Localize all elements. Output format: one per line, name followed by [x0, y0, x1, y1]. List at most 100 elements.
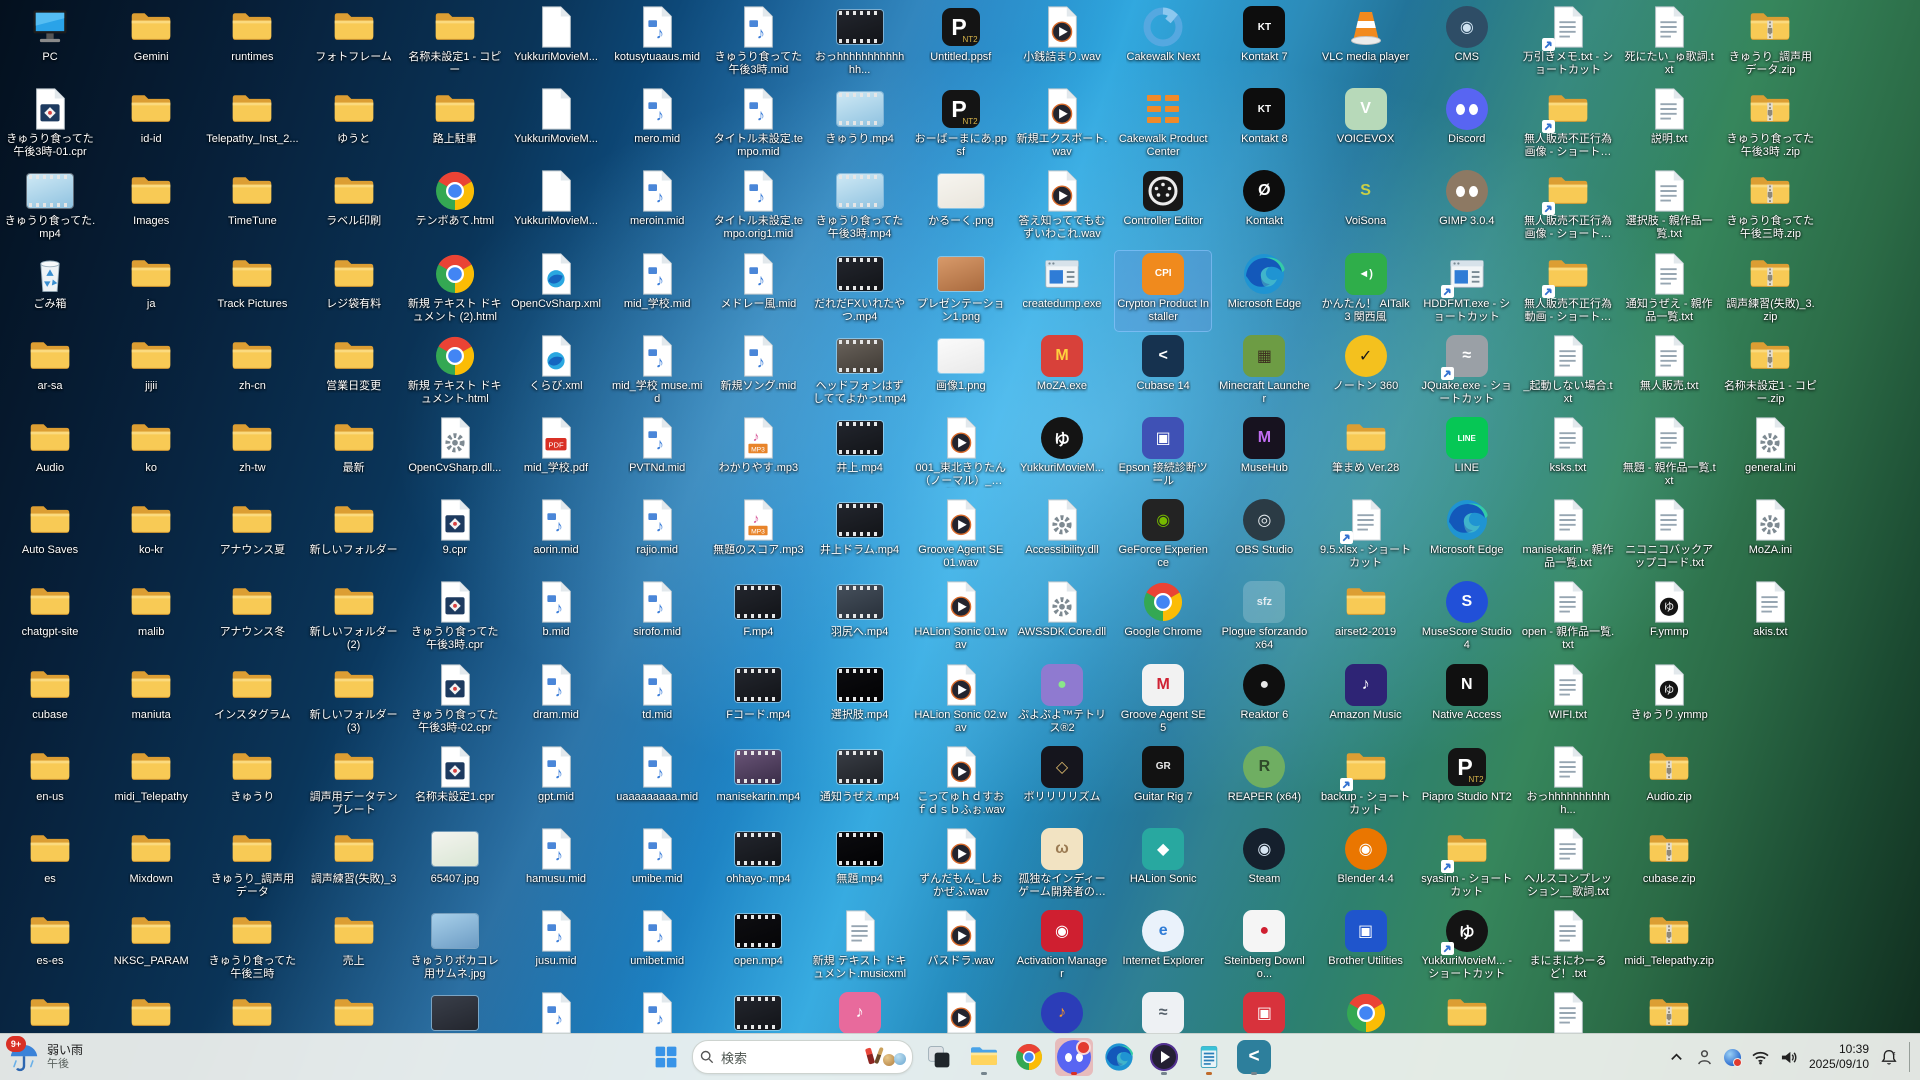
desktop-icon[interactable]: es-es	[2, 908, 98, 988]
desktop-icon[interactable]: 井上.mp4	[812, 415, 908, 495]
desktop-icon[interactable]: 死にたい_ゅ歌詞.txt	[1621, 4, 1717, 84]
desktop-icon[interactable]: ゆうと	[306, 86, 402, 166]
desktop-icon[interactable]: きゅうり食ってた午後三時	[204, 908, 300, 988]
desktop-icon[interactable]: まにまにわーるど！.txt	[1520, 908, 1616, 988]
desktop-icon[interactable]: es	[2, 826, 98, 906]
desktop-icon[interactable]: ◄)かんたん！ AITalk 3 関西風	[1318, 251, 1414, 331]
desktop-icon[interactable]: ▣	[1216, 990, 1312, 1034]
desktop-icon[interactable]: ●Steinberg Downlo...	[1216, 908, 1312, 988]
desktop-icon[interactable]: パスドラ.wav	[913, 908, 1009, 988]
desktop-icon[interactable]: 無題 - 親作品一覧.txt	[1621, 415, 1717, 495]
desktop-icon[interactable]: ヘルスコンプレッション__歌詞.txt	[1520, 826, 1616, 906]
desktop-icon[interactable]: MMuseHub	[1216, 415, 1312, 495]
desktop-icon[interactable]: PNT2おーばーまにあ.ppsf	[913, 86, 1009, 166]
desktop-icon[interactable]: きゅうり_調声用データ.zip	[1722, 4, 1818, 84]
desktop-icon[interactable]: ニコニコバックアップコード.txt	[1621, 497, 1717, 577]
desktop-icon[interactable]: WIFI.txt	[1520, 662, 1616, 742]
taskbar-chrome-icon[interactable]	[1010, 1038, 1048, 1076]
desktop-icon[interactable]: きゅうり食ってた午後3時-01.cpr	[2, 86, 98, 166]
desktop-icon[interactable]: jijii	[103, 333, 199, 413]
desktop-icon[interactable]: zh-tw	[204, 415, 300, 495]
desktop-icon[interactable]: 無題.mp4	[812, 826, 908, 906]
desktop-icon[interactable]: ko	[103, 415, 199, 495]
desktop-icon[interactable]: midi_Telepathy	[103, 744, 199, 824]
desktop-icon[interactable]: インスタグラム	[204, 662, 300, 742]
desktop-icon[interactable]: おっhhhhhhhhhhh...	[1520, 744, 1616, 824]
desktop-icon[interactable]: ♪gpt.mid	[508, 744, 604, 824]
desktop-icon[interactable]: ♪b.mid	[508, 579, 604, 659]
desktop-icon[interactable]: アナウンス夏	[204, 497, 300, 577]
desktop-icon[interactable]: 名称未設定1 - コピー	[407, 4, 503, 84]
desktop-icon[interactable]: Cakewalk Next	[1115, 4, 1211, 84]
desktop-icon[interactable]	[2, 990, 98, 1034]
taskbar-start-button[interactable]	[647, 1038, 685, 1076]
desktop-icon[interactable]: ja	[103, 251, 199, 331]
desktop-icon[interactable]: ♪umibet.mid	[609, 908, 705, 988]
desktop-icon[interactable]: きゅうり_調声用データ	[204, 826, 300, 906]
desktop-icon[interactable]: HDDFMT.exe - ショートカット	[1419, 251, 1515, 331]
desktop-icon[interactable]: 路上駐車	[407, 86, 503, 166]
desktop-icon[interactable]: 売上	[306, 908, 402, 988]
desktop-icon[interactable]: ♪MP3わかりやす.mp3	[710, 415, 806, 495]
desktop[interactable]: PCきゅうり食ってた午後3時-01.cprきゅうり食ってた.mp4ごみ箱ar-s…	[0, 0, 1920, 1034]
desktop-icon[interactable]: ♪td.mid	[609, 662, 705, 742]
desktop-icon[interactable]: ♪きゅうり食ってた午後3時.mid	[710, 4, 806, 84]
desktop-icon[interactable]: 調声練習(失敗)_3.zip	[1722, 251, 1818, 331]
desktop-icon[interactable]: MMoZA.exe	[1014, 333, 1110, 413]
tray-ime-ball-icon[interactable]	[1722, 1046, 1744, 1068]
taskbar-file-explorer-icon[interactable]	[965, 1038, 1003, 1076]
desktop-icon[interactable]: _起動しない場合.txt	[1520, 333, 1616, 413]
desktop-icon[interactable]: cubase.zip	[1621, 826, 1717, 906]
desktop-icon[interactable]: 筆まめ Ver.28	[1318, 415, 1414, 495]
desktop-icon[interactable]: MoZA.ini	[1722, 497, 1818, 577]
desktop-icon[interactable]: ≈JQuake.exe - ショートカット	[1419, 333, 1515, 413]
desktop-icon[interactable]: 65407.jpg	[407, 826, 503, 906]
desktop-icon[interactable]: OpenCvSharp.xml	[508, 251, 604, 331]
desktop-icon[interactable]: YukkuriMovieM...	[508, 4, 604, 84]
desktop-icon[interactable]: ♪PVTNd.mid	[609, 415, 705, 495]
desktop-icon[interactable]: ずんだもん_しおかぜふ.wav	[913, 826, 1009, 906]
desktop-icon[interactable]: 万引きメモ.txt - ショートカット	[1520, 4, 1616, 84]
desktop-icon[interactable]: <Cubase 14	[1115, 333, 1211, 413]
desktop-icon[interactable]: Gemini	[103, 4, 199, 84]
desktop-icon[interactable]: midi_Telepathy.zip	[1621, 908, 1717, 988]
desktop-icon[interactable]	[1318, 990, 1414, 1034]
desktop-icon[interactable]: 名称未設定1 - コピー.zip	[1722, 333, 1818, 413]
desktop-icon[interactable]: PC	[2, 4, 98, 84]
desktop-icon[interactable]: 調声用データテンプレート	[306, 744, 402, 824]
desktop-icon[interactable]: ●Reaktor 6	[1216, 662, 1312, 742]
desktop-icon[interactable]: 無人販売.txt	[1621, 333, 1717, 413]
desktop-icon[interactable]: NKSC_PARAM	[103, 908, 199, 988]
desktop-icon[interactable]	[204, 990, 300, 1034]
desktop-icon[interactable]: general.ini	[1722, 415, 1818, 495]
desktop-icon[interactable]: ヘッドフォンはずしててよかっt.mp4	[812, 333, 908, 413]
desktop-icon[interactable]: きゅうり	[204, 744, 300, 824]
desktop-icon[interactable]: ゆきゅうり.ymmp	[1621, 662, 1717, 742]
desktop-icon[interactable]: ◉CMS	[1419, 4, 1515, 84]
desktop-icon[interactable]: ♪	[1014, 990, 1110, 1034]
desktop-icon[interactable]: 調声練習(失敗)_3	[306, 826, 402, 906]
desktop-icon[interactable]: RREAPER (x64)	[1216, 744, 1312, 824]
desktop-icon[interactable]	[1621, 990, 1717, 1034]
desktop-icon[interactable]: GRGuitar Rig 7	[1115, 744, 1211, 824]
taskbar-cubase-icon[interactable]: <	[1235, 1038, 1273, 1076]
desktop-icon[interactable]: VLC media player	[1318, 4, 1414, 84]
desktop-icon[interactable]: open.mp4	[710, 908, 806, 988]
desktop-icon[interactable]: きゅうり食ってた.mp4	[2, 168, 98, 248]
desktop-icon[interactable]: manisekarin.mp4	[710, 744, 806, 824]
desktop-icon[interactable]: syasinn - ショートカット	[1419, 826, 1515, 906]
desktop-icon[interactable]: SVoiSona	[1318, 168, 1414, 248]
desktop-icon[interactable]: KTKontakt 8	[1216, 86, 1312, 166]
desktop-icon-selected[interactable]: CPICrypton Product Installer	[1115, 251, 1211, 331]
taskbar-edge-icon[interactable]	[1100, 1038, 1138, 1076]
desktop-icon[interactable]: YukkuriMovieM...	[508, 168, 604, 248]
desktop-icon[interactable]: Microsoft Edge	[1419, 497, 1515, 577]
desktop-icon[interactable]: GIMP 3.0.4	[1419, 168, 1515, 248]
desktop-icon[interactable]: ♪umibe.mid	[609, 826, 705, 906]
tray-accessibility-person-icon[interactable]	[1694, 1046, 1716, 1068]
desktop-icon[interactable]: Microsoft Edge	[1216, 251, 1312, 331]
desktop-icon[interactable]: ♪jusu.mid	[508, 908, 604, 988]
desktop-icon[interactable]: ≈	[1115, 990, 1211, 1034]
desktop-icon[interactable]: Audio	[2, 415, 98, 495]
desktop-icon[interactable]: テンポあて.html	[407, 168, 503, 248]
